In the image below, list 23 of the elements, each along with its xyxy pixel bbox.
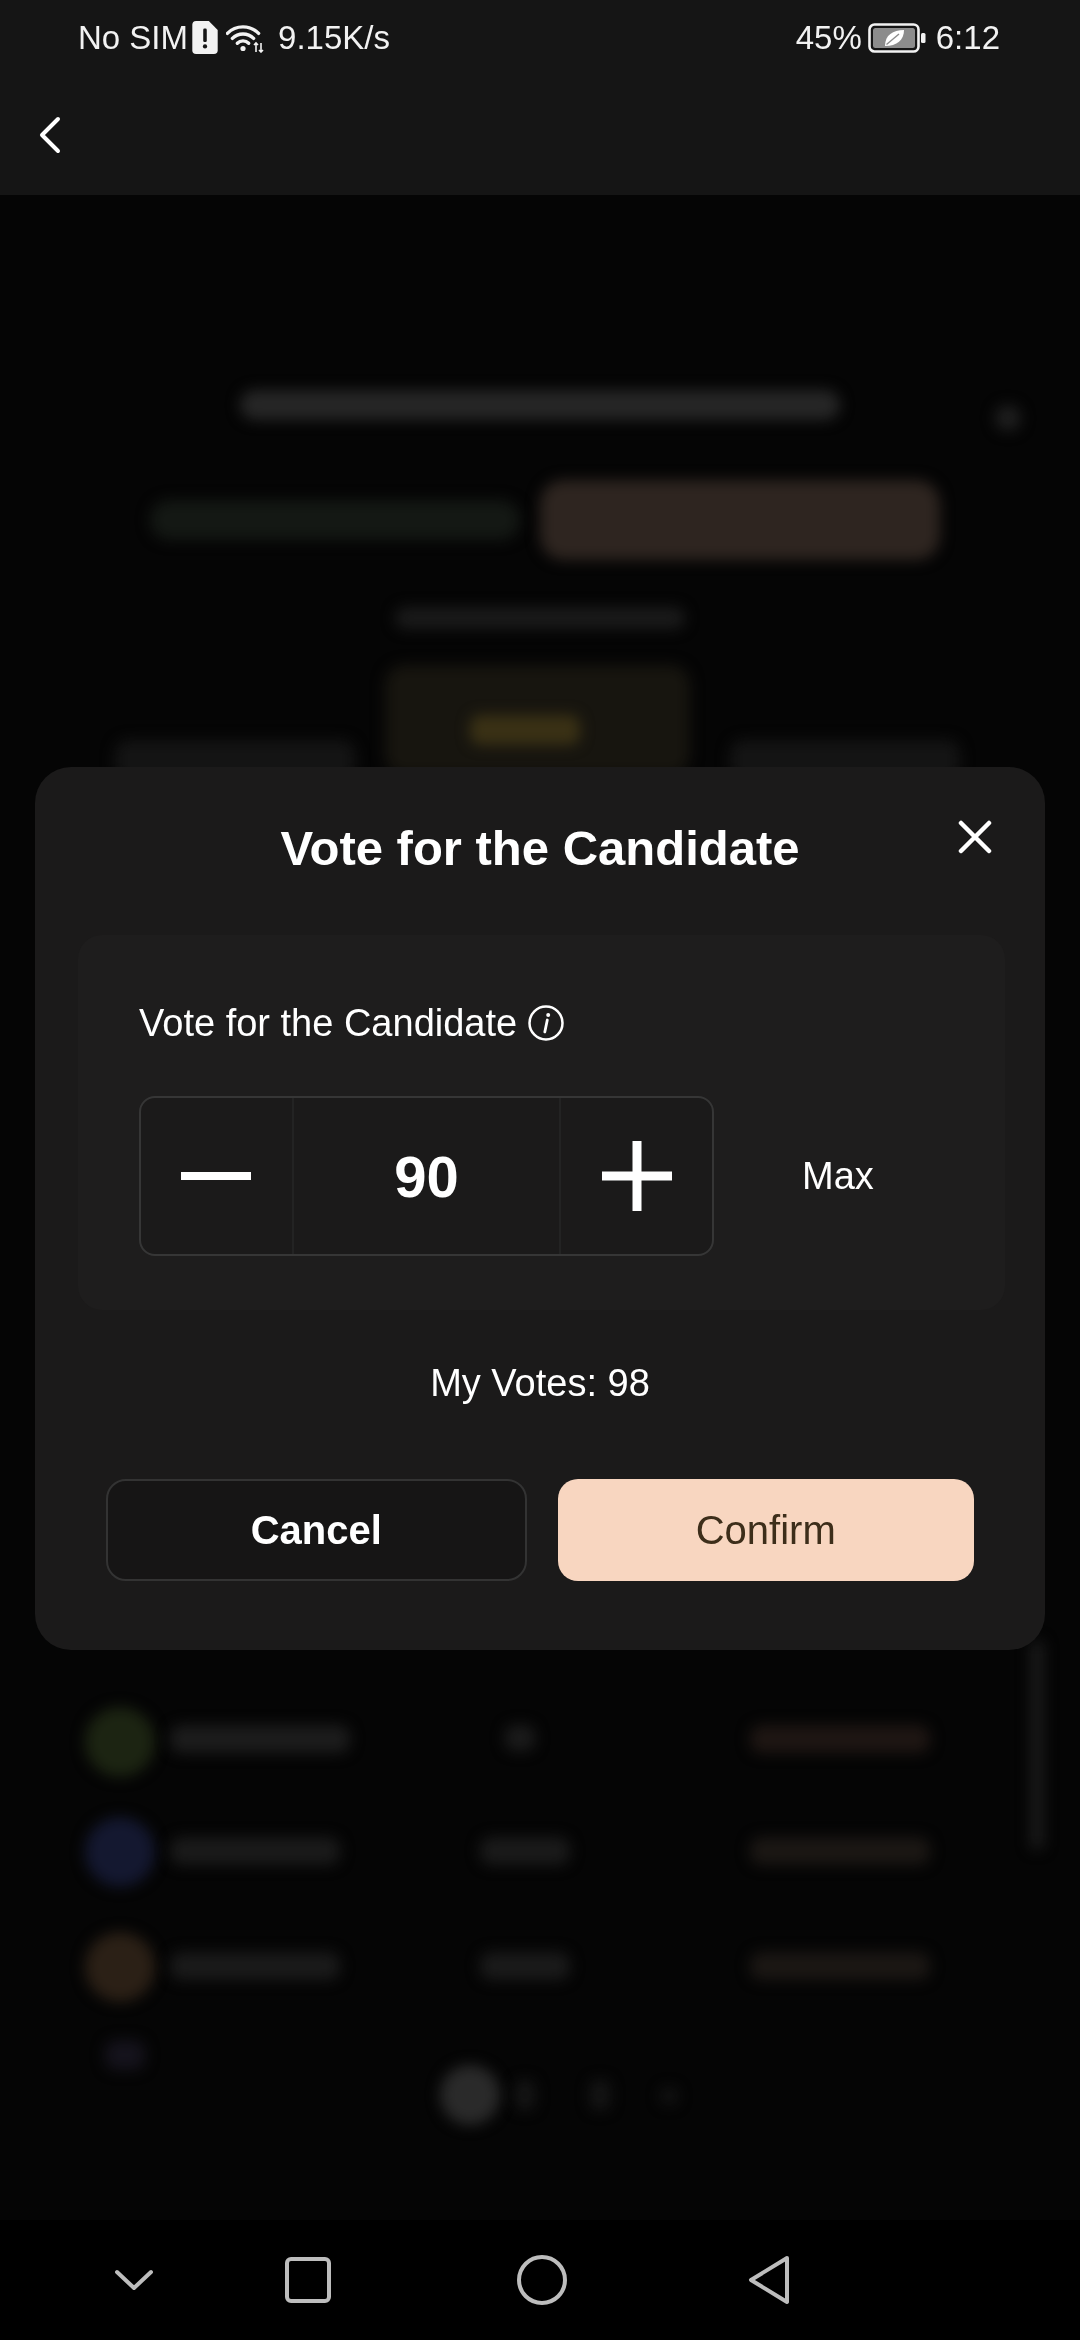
sim-alert-icon [192,21,219,54]
network-speed: 9.15K/s [278,18,390,57]
battery-percent: 45% [795,18,862,57]
clock-time: 6:12 [935,18,1000,57]
chevron-down-icon[interactable] [114,2269,154,2291]
max-button[interactable]: Max [802,1154,874,1198]
circle-icon[interactable] [517,2255,567,2305]
confirm-button[interactable]: Confirm [557,1479,974,1581]
battery-leaf-icon [867,22,926,53]
cancel-button[interactable]: Cancel [106,1479,527,1581]
my-votes-text: My Votes: 98 [430,1361,650,1406]
wifi-icon [226,22,265,53]
plus-icon [601,1141,672,1211]
vote-label: Vote for the Candidate [139,1001,518,1046]
carrier-status: No SIM [78,18,189,57]
close-icon[interactable] [958,820,992,854]
vote-count-field[interactable]: 90 [291,1098,562,1254]
square-icon[interactable] [285,2257,331,2303]
dialog-title: Vote for the Candidate [280,820,800,877]
back-triangle-icon[interactable] [747,2255,791,2305]
minus-icon [181,1172,252,1180]
info-icon[interactable] [527,1004,566,1042]
back-chevron-icon[interactable] [38,116,62,154]
